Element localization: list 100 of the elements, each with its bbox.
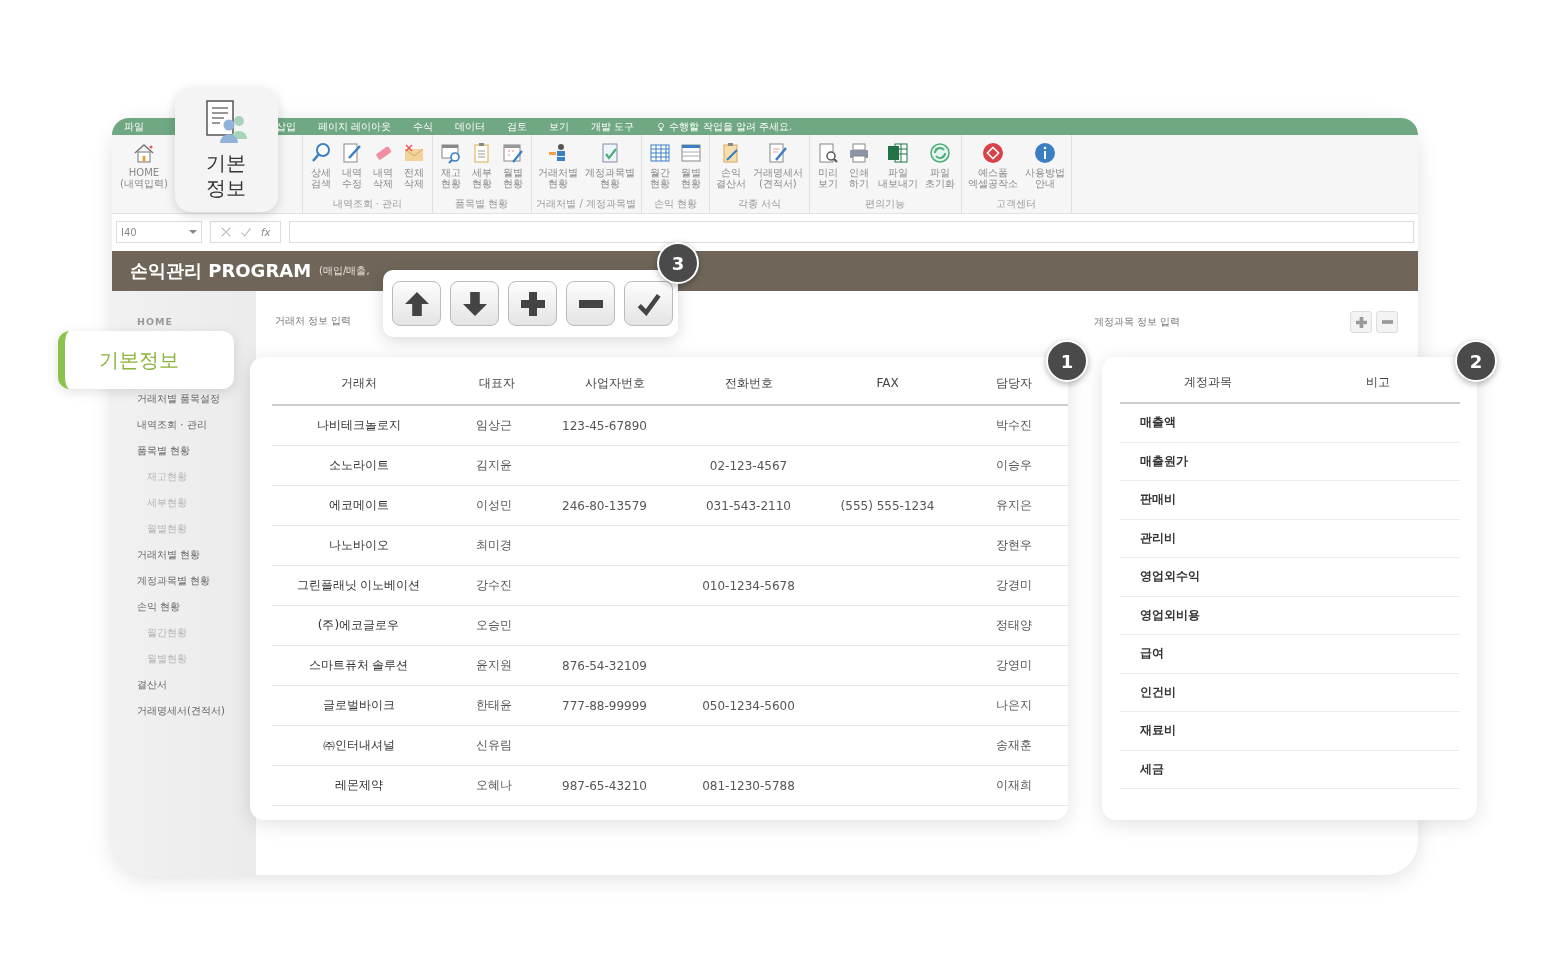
cancel-icon [221, 227, 231, 237]
column-header: 대표자 [478, 374, 515, 392]
ribbon-button[interactable]: HOME (내역입력) [118, 140, 170, 190]
sidebar-item[interactable]: 결산서 [137, 672, 167, 698]
table-cell: 강영미 [996, 657, 1032, 674]
ribbon-button[interactable]: 계정과목별 현황 [582, 140, 637, 190]
table-cell-text: 인건비 [1139, 683, 1177, 701]
ribbon-button[interactable]: 사용방법 안내 [1022, 140, 1067, 190]
ribbon-button[interactable]: 월간 현황 [645, 140, 674, 190]
table-icon [678, 141, 703, 165]
plus-icon [1355, 316, 1367, 328]
formula-input[interactable] [289, 221, 1414, 243]
table-cell: 나비테크놀로지 [316, 417, 401, 434]
name-box[interactable]: I40 [116, 221, 202, 243]
table-cell: 010-1234-5678 [702, 578, 795, 593]
ribbon-button[interactable]: 세부 현황 [467, 140, 496, 190]
table-cell: 050-1234-5600 [702, 698, 795, 713]
ribbon-button[interactable]: 인쇄 하기 [844, 140, 873, 190]
info-icon [1032, 141, 1057, 165]
table-cell: 정태양 [996, 617, 1032, 634]
ribbon-button[interactable]: 월별 현황 [498, 140, 527, 190]
ribbon-tab[interactable]: 수식 [413, 119, 434, 134]
ribbon-button[interactable]: 월별 현황 [676, 140, 705, 190]
add-button[interactable] [508, 281, 557, 326]
table-cell-text: 영업외수익 [1139, 568, 1201, 586]
table-cell: 신유림 [476, 737, 512, 754]
table-cell: 레몬제약 [334, 777, 383, 794]
sidebar-item[interactable]: 계정과목별 현황 [137, 568, 211, 594]
ribbon-button[interactable]: 내역 수정 [337, 140, 366, 190]
sidebar-item[interactable]: 거래처별 현황 [137, 542, 201, 568]
table-cell: 김지윤 [476, 457, 512, 474]
table-cell: 123-45-67890 [562, 418, 647, 433]
ribbon-tab[interactable]: 검토 [507, 119, 528, 134]
table-cell: 246-80-13579 [562, 498, 647, 513]
move-down-button[interactable] [450, 281, 499, 326]
table-cell: 강수진 [476, 577, 512, 594]
sidebar-item[interactable]: 손익 현황 [137, 594, 181, 620]
table-cell: 송재훈 [996, 737, 1032, 754]
table-cell-text: 세금 [1139, 760, 1165, 778]
tell-me-field[interactable]: 수행할 작업을 알려 주세요. [656, 119, 793, 134]
sidebar-item[interactable]: 거래처별 품목설정 [137, 386, 221, 412]
ribbon-button[interactable]: 재고 현황 [436, 140, 465, 190]
function-label[interactable]: fx [261, 226, 271, 238]
table-cell: 이성민 [476, 497, 512, 514]
table-cell: (555) 555-1234 [840, 498, 935, 513]
group-label: 각종 서식 [737, 197, 781, 211]
column-header: 거래처 [340, 374, 377, 392]
stop-circle-icon [980, 141, 1005, 165]
column-header: 비고 [1364, 373, 1391, 391]
down-arrow-icon [462, 291, 487, 316]
document-people-icon [203, 99, 250, 145]
group-label: 편의기능 [865, 197, 906, 211]
sidebar-item[interactable]: 기본정보 [58, 331, 234, 389]
table-cell-text: 판매비 [1139, 491, 1177, 509]
ribbon-tab[interactable]: 개발 도구 [591, 119, 635, 134]
calendar-pencil-icon [500, 141, 525, 165]
table-cell: 나노바이오 [328, 537, 389, 554]
up-arrow-icon [404, 291, 429, 316]
table-cell: (주)에코글로우 [317, 617, 400, 634]
section-label: 거래처 정보 입력 [275, 314, 352, 328]
ribbon-button[interactable]: 파일 내보내기 [875, 140, 920, 190]
ribbon-button[interactable]: 예스폼 엑셀공작소 [965, 140, 1020, 190]
spreadsheet-icon [885, 141, 910, 165]
ribbon-tab[interactable]: 보기 [549, 119, 570, 134]
program-subtitle: (매입/매출, [319, 264, 370, 278]
ribbon-tab[interactable]: 데이터 [455, 119, 486, 134]
table-cell-text: 관리비 [1139, 529, 1177, 547]
sidebar-item[interactable]: 내역조회 · 관리 [137, 412, 207, 438]
table-cell-text: 매출액 [1139, 414, 1177, 432]
ribbon-button[interactable]: 미리 보기 [813, 140, 842, 190]
ribbon-button[interactable]: 기본 정보 [174, 88, 278, 212]
table-cell-text: 매출원가 [1139, 452, 1189, 470]
ribbon-button[interactable]: 손익 결산서 [713, 140, 748, 190]
ribbon-button[interactable]: 전체 삭제 [399, 140, 428, 190]
table-cell: 박수진 [996, 417, 1032, 434]
table-cell: 강경미 [996, 577, 1032, 594]
remove-button[interactable] [566, 281, 615, 326]
table-cell: 오혜나 [476, 777, 512, 794]
confirm-button[interactable] [624, 281, 673, 326]
minus-icon [1381, 320, 1393, 324]
plus-icon [520, 291, 545, 316]
table-cell: 소노라이트 [328, 457, 389, 474]
move-up-button[interactable] [392, 281, 441, 326]
ribbon-button[interactable]: 내역 삭제 [368, 140, 397, 190]
ribbon-tab[interactable]: 삽입 [276, 119, 296, 134]
sidebar-item[interactable]: 품목별 현황 [137, 438, 191, 464]
column-header: 전화번호 [724, 374, 773, 392]
ribbon-button[interactable]: 거래처별 현황 [535, 140, 580, 190]
ribbon-button[interactable]: 파일 초기화 [922, 140, 957, 190]
table-cell: 081-1230-5788 [702, 778, 795, 793]
group-label: 거래처별 / 계정과목별 [536, 197, 637, 211]
table-cell: 이승우 [996, 457, 1032, 474]
program-title: 손익관리 PROGRAM [130, 259, 312, 283]
window-search-icon [438, 141, 463, 165]
ribbon-tab[interactable]: 페이지 레이아웃 [318, 119, 392, 134]
ribbon-tab[interactable]: 파일 [124, 119, 144, 134]
ribbon-button[interactable]: 상세 검색 [306, 140, 335, 190]
ribbon-button[interactable]: 거래명세서 (견적서) [750, 140, 805, 190]
sidebar-item[interactable]: 거래명세서(견적서) [137, 698, 225, 724]
table-cell: 장현우 [996, 537, 1032, 554]
